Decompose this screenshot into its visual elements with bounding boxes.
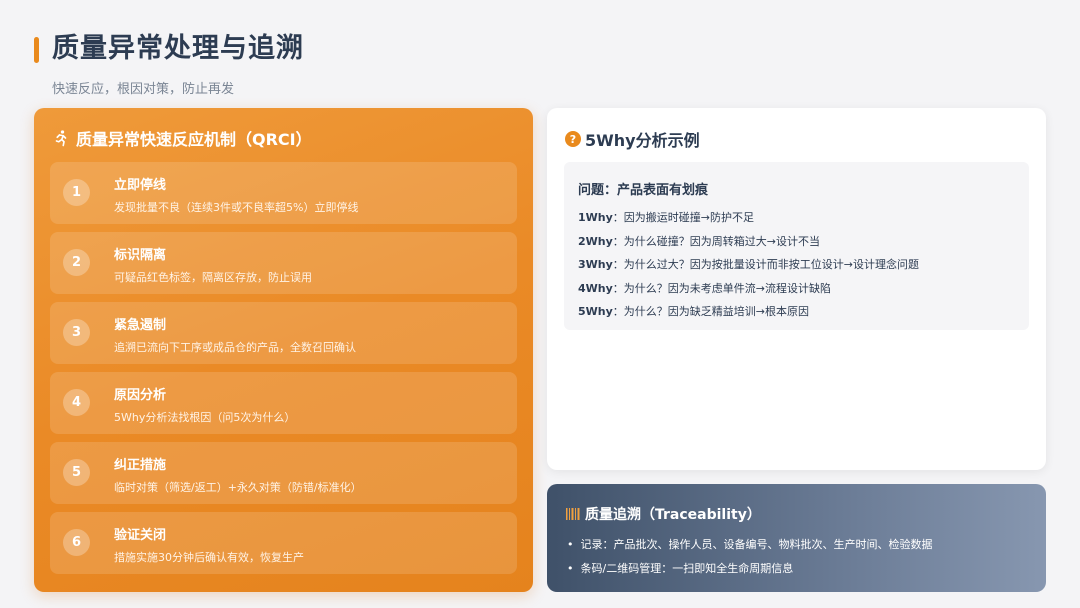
- why-title: 5Why分析示例: [585, 131, 700, 150]
- step-item: 1 立即停线 发现批量不良（连续3件或不良率超5%）立即停线: [50, 162, 517, 224]
- step-description: 措施实施30分钟后确认有效，恢复生产: [114, 551, 304, 564]
- why-text: ：为什么过大？因为按批量设计而非按工位设计→设计理念问题: [612, 258, 920, 271]
- step-title: 纠正措施: [114, 458, 167, 473]
- why-line: 2Why：为什么碰撞？因为周转箱过大→设计不当: [578, 233, 820, 249]
- page-subtitle: 快速反应，根因对策，防止再发: [52, 82, 235, 97]
- why-label: 3Why: [578, 258, 613, 271]
- why-text: ：为什么？因为缺乏精益培训→根本原因: [612, 305, 810, 318]
- step-description: 临时对策（筛选/返工）+永久对策（防错/标准化）: [114, 481, 362, 494]
- why-problem: 问题：产品表面有划痕: [578, 183, 709, 198]
- step-item: 3 紧急遏制 追溯已流向下工序或成品仓的产品，全数召回确认: [50, 302, 517, 364]
- why-example-box: 问题：产品表面有划痕 1Why：因为搬运时碰撞→防护不足 2Why：为什么碰撞？…: [564, 162, 1029, 330]
- step-title: 标识隔离: [114, 248, 167, 263]
- why-label: 5Why: [578, 305, 613, 318]
- trace-item-text: 条码/二维码管理：一扫即知全生命周期信息: [580, 562, 794, 575]
- question-icon: ?: [565, 131, 581, 147]
- traceability-card: 质量追溯（Traceability） • 记录：产品批次、操作人员、设备编号、物料…: [547, 484, 1046, 592]
- trace-list-item: • 记录：产品批次、操作人员、设备编号、物料批次、生产时间、检验数据: [567, 536, 933, 552]
- step-title: 验证关闭: [114, 528, 167, 543]
- step-title: 立即停线: [114, 178, 167, 193]
- trace-item-text: 记录：产品批次、操作人员、设备编号、物料批次、生产时间、检验数据: [580, 538, 933, 551]
- why-label: 4Why: [578, 282, 613, 295]
- step-item: 2 标识隔离 可疑品红色标签，隔离区存放，防止误用: [50, 232, 517, 294]
- step-number: 1: [63, 179, 90, 206]
- step-item: 4 原因分析 5Why分析法找根因（问5次为什么）: [50, 372, 517, 434]
- why-text: ：为什么碰撞？因为周转箱过大→设计不当: [612, 235, 821, 248]
- qrci-title: 质量异常快速反应机制（QRCI）: [76, 130, 312, 149]
- why-line: 4Why：为什么？因为未考虑单件流→流程设计缺陷: [578, 280, 831, 296]
- why-header: ? 5Why分析示例: [565, 127, 700, 151]
- qrci-panel: 质量异常快速反应机制（QRCI） 1 立即停线 发现批量不良（连续3件或不良率超…: [34, 108, 533, 592]
- page-title: 质量异常处理与追溯: [52, 33, 304, 64]
- running-person-icon: [55, 130, 67, 147]
- bullet: •: [567, 562, 574, 575]
- step-description: 5Why分析法找根因（问5次为什么）: [114, 411, 296, 424]
- title-accent-bar: [34, 37, 39, 63]
- why-text: ：为什么？因为未考虑单件流→流程设计缺陷: [612, 282, 832, 295]
- why-label: 2Why: [578, 235, 613, 248]
- why-line: 5Why：为什么？因为缺乏精益培训→根本原因: [578, 303, 809, 319]
- step-item: 5 纠正措施 临时对策（筛选/返工）+永久对策（防错/标准化）: [50, 442, 517, 504]
- step-number: 2: [63, 249, 90, 276]
- why-line: 1Why：因为搬运时碰撞→防护不足: [578, 209, 754, 225]
- trace-title: 质量追溯（Traceability）: [585, 507, 761, 523]
- qrci-header: 质量异常快速反应机制（QRCI）: [52, 126, 312, 150]
- why-analysis-card: ? 5Why分析示例 问题：产品表面有划痕 1Why：因为搬运时碰撞→防护不足 …: [547, 108, 1046, 470]
- trace-list-item: • 条码/二维码管理：一扫即知全生命周期信息: [567, 560, 793, 576]
- trace-header: 质量追溯（Traceability）: [566, 504, 761, 524]
- step-number: 3: [63, 319, 90, 346]
- why-line: 3Why：为什么过大？因为按批量设计而非按工位设计→设计理念问题: [578, 256, 919, 272]
- barcode-icon: [566, 508, 580, 520]
- step-title: 原因分析: [114, 388, 167, 403]
- step-description: 追溯已流向下工序或成品仓的产品，全数召回确认: [114, 341, 356, 354]
- step-number: 6: [63, 529, 90, 556]
- bullet: •: [567, 538, 574, 551]
- step-item: 6 验证关闭 措施实施30分钟后确认有效，恢复生产: [50, 512, 517, 574]
- step-description: 可疑品红色标签，隔离区存放，防止误用: [114, 271, 312, 284]
- step-title: 紧急遏制: [114, 318, 167, 333]
- step-description: 发现批量不良（连续3件或不良率超5%）立即停线: [114, 201, 359, 214]
- why-text: ：因为搬运时碰撞→防护不足: [612, 211, 755, 224]
- step-number: 4: [63, 389, 90, 416]
- why-label: 1Why: [578, 211, 613, 224]
- step-number: 5: [63, 459, 90, 486]
